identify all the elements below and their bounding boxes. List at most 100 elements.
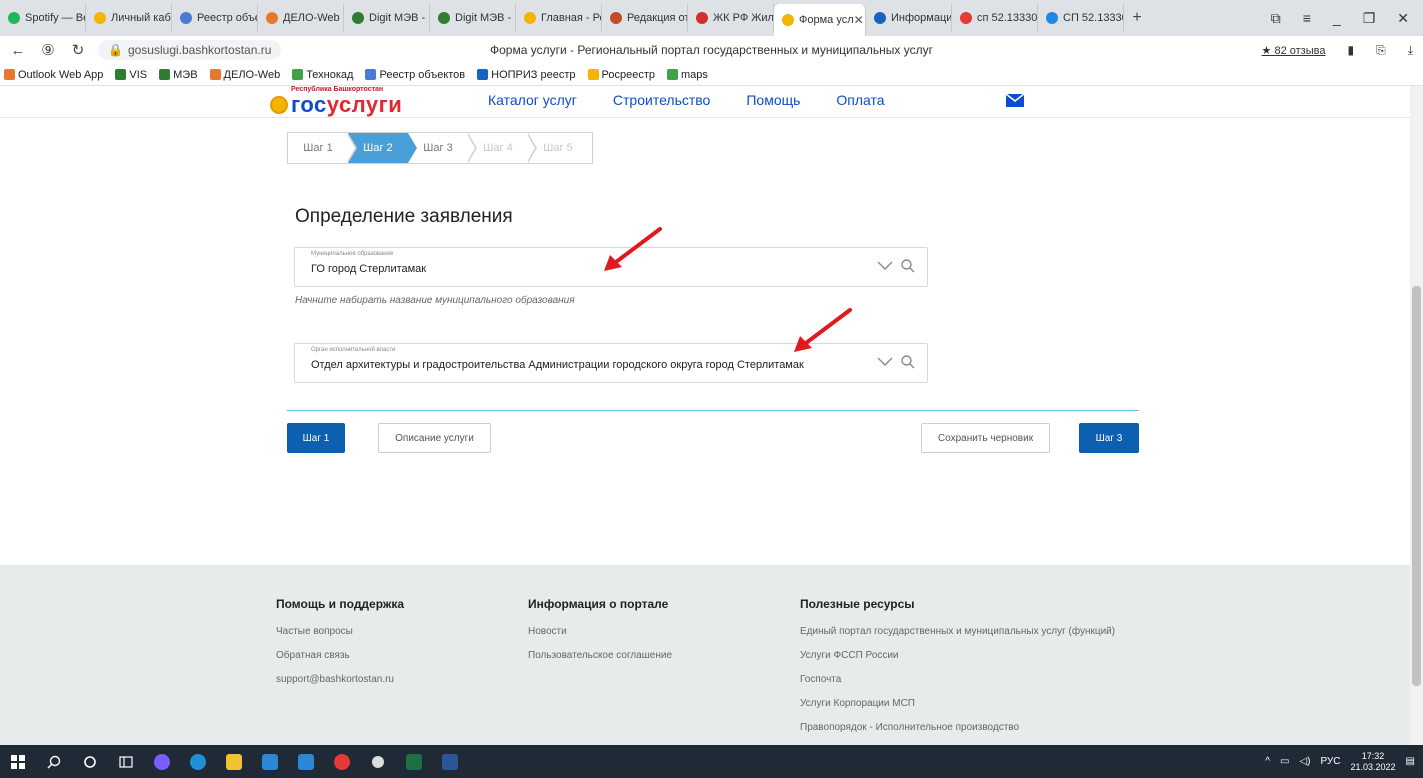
browser-tab[interactable]: Главная - Ре bbox=[516, 4, 602, 32]
url-field[interactable]: 🔒 gosuslugi.bashkortostan.ru bbox=[98, 40, 282, 60]
app-icon[interactable] bbox=[144, 745, 180, 778]
step-2[interactable]: Шаг 2 bbox=[348, 133, 417, 163]
footer-info-title: Информация о портале bbox=[528, 597, 669, 611]
browser-tab[interactable]: Spotify — Be bbox=[0, 4, 86, 32]
bookmark-item[interactable]: Росреестр bbox=[587, 68, 655, 81]
bookmark-item[interactable]: VIS bbox=[115, 69, 147, 81]
search-icon[interactable] bbox=[901, 355, 915, 369]
footer-link[interactable]: Частые вопросы bbox=[276, 625, 404, 649]
bookmark-item[interactable]: Технокад bbox=[292, 69, 353, 81]
browser-tab[interactable]: ЖК РФ Жили bbox=[688, 4, 774, 32]
new-tab-button[interactable]: + bbox=[1124, 9, 1150, 27]
page-scrollbar[interactable] bbox=[1410, 86, 1423, 746]
service-description-button[interactable]: Описание услуги bbox=[378, 423, 491, 453]
chevron-down-icon[interactable] bbox=[877, 261, 893, 271]
browser-tab[interactable]: Digit МЭВ - г bbox=[344, 4, 430, 32]
footer-link[interactable]: Услуги Корпорации МСП bbox=[800, 697, 1115, 721]
bookmark-label: Росреестр bbox=[601, 68, 655, 81]
footer-info: Информация о портале Новости Пользовател… bbox=[528, 597, 672, 673]
mail-icon[interactable] bbox=[1006, 94, 1024, 107]
save-draft-button[interactable]: Сохранить черновик bbox=[921, 423, 1050, 453]
browser-tab[interactable]: Информаци bbox=[866, 4, 952, 32]
scroll-thumb[interactable] bbox=[1412, 286, 1421, 686]
download-icon[interactable]: ⤓ bbox=[1408, 43, 1413, 58]
browser-tab[interactable]: СП 52.13330. bbox=[1038, 4, 1124, 32]
close-tab-icon[interactable]: ✕ bbox=[854, 13, 864, 27]
step-1[interactable]: Шаг 1 bbox=[288, 133, 357, 163]
close-icon[interactable]: ✕ bbox=[1397, 10, 1409, 27]
task-view-icon[interactable] bbox=[108, 745, 144, 778]
browser-tab[interactable]: Личный каб bbox=[86, 4, 172, 32]
prev-step-button[interactable]: Шаг 1 bbox=[287, 423, 345, 453]
tab-label: Реестр объе bbox=[197, 12, 258, 24]
chevron-down-icon[interactable] bbox=[877, 357, 893, 367]
word-icon[interactable] bbox=[432, 745, 468, 778]
footer-link[interactable]: Новости bbox=[528, 625, 672, 649]
yandex-icon[interactable]: ⑨ bbox=[36, 41, 60, 59]
notifications-icon[interactable]: ▤ bbox=[1406, 756, 1415, 767]
menu-catalog[interactable]: Каталог услуг bbox=[488, 92, 577, 108]
settings-icon[interactable] bbox=[360, 745, 396, 778]
bookmark-item[interactable]: ДЕЛО-Web bbox=[209, 69, 280, 81]
form-title: Определение заявления bbox=[295, 206, 513, 227]
tab-label: Digit МЭВ - г bbox=[369, 12, 430, 24]
bookmark-label: Технокад bbox=[306, 68, 354, 81]
browser-tab[interactable]: Реестр объе bbox=[172, 4, 258, 32]
footer-link[interactable]: Пользовательское соглашение bbox=[528, 649, 672, 673]
explorer-icon[interactable] bbox=[216, 745, 252, 778]
footer-resources-title: Полезные ресурсы bbox=[800, 597, 915, 611]
start-icon[interactable] bbox=[0, 745, 36, 778]
edge-icon[interactable] bbox=[180, 745, 216, 778]
browser-tab[interactable]: Форма усл ✕ bbox=[774, 4, 866, 36]
tab-collections-icon[interactable]: ⧉ bbox=[1271, 10, 1281, 27]
bookmark-favicon-icon bbox=[292, 69, 304, 80]
minimize-icon[interactable]: _ bbox=[1333, 10, 1341, 27]
menu-payment[interactable]: Оплата bbox=[836, 92, 884, 108]
favicon-icon bbox=[696, 12, 708, 24]
restore-icon[interactable]: ❐ bbox=[1363, 10, 1376, 27]
yandex-browser-icon[interactable] bbox=[324, 745, 360, 778]
next-step-button[interactable]: Шаг 3 bbox=[1079, 423, 1139, 453]
back-icon[interactable]: ← bbox=[6, 42, 30, 59]
step-3[interactable]: Шаг 3 bbox=[408, 133, 477, 163]
menu-icon[interactable]: ≡ bbox=[1303, 10, 1311, 27]
browser-tab[interactable]: Digit МЭВ - г bbox=[430, 4, 516, 32]
menu-construction[interactable]: Строительство bbox=[613, 92, 710, 108]
tray-chevron-icon[interactable]: ^ bbox=[1265, 756, 1270, 767]
bookmark-item[interactable]: Реестр объектов bbox=[365, 69, 465, 81]
redacted-area bbox=[1030, 86, 1178, 116]
bookmark-icon[interactable]: ▮ bbox=[1347, 43, 1354, 57]
network-icon[interactable]: ▭ bbox=[1280, 756, 1289, 767]
footer-link[interactable]: Единый портал государственных и муниципа… bbox=[800, 625, 1115, 649]
bookmark-item[interactable]: maps bbox=[666, 69, 708, 81]
store-icon[interactable] bbox=[252, 745, 288, 778]
mail-app-icon[interactable] bbox=[288, 745, 324, 778]
gosuslugi-logo[interactable]: Республика Башкортостан госуслуги bbox=[270, 86, 402, 116]
reader-icon[interactable]: ⎘ bbox=[1376, 43, 1386, 58]
bookmark-item[interactable]: Outlook Web App bbox=[4, 69, 103, 81]
search-icon[interactable] bbox=[901, 259, 915, 273]
reload-icon[interactable]: ↻ bbox=[66, 41, 90, 59]
clock[interactable]: 17:32 21.03.2022 bbox=[1351, 751, 1396, 773]
language-indicator[interactable]: РУС bbox=[1320, 756, 1340, 767]
volume-icon[interactable]: ◁) bbox=[1299, 756, 1310, 767]
clock-time: 17:32 bbox=[1361, 750, 1385, 761]
footer-link[interactable]: support@bashkortostan.ru bbox=[276, 673, 404, 697]
browser-tab[interactable]: сп 52.13330.2 bbox=[952, 4, 1038, 32]
tab-label: ДЕЛО-Web bbox=[283, 12, 340, 24]
bookmark-item[interactable]: НОПРИЗ реестр bbox=[477, 69, 576, 81]
menu-help[interactable]: Помощь bbox=[746, 92, 800, 108]
site-header: Республика Башкортостан госуслуги Катало… bbox=[0, 86, 1410, 118]
excel-icon[interactable] bbox=[396, 745, 432, 778]
footer-link[interactable]: Госпочта bbox=[800, 673, 1115, 697]
search-icon[interactable] bbox=[36, 745, 72, 778]
footer-link[interactable]: Правопорядок - Исполнительное производст… bbox=[800, 721, 1115, 745]
browser-tab[interactable]: ДЕЛО-Web bbox=[258, 4, 344, 32]
footer-link[interactable]: Обратная связь bbox=[276, 649, 404, 673]
bookmark-item[interactable]: МЭВ bbox=[159, 69, 198, 81]
browser-tab[interactable]: Редакция от bbox=[602, 4, 688, 32]
reviews-link[interactable]: ★ 82 отзыва bbox=[1262, 44, 1326, 57]
favicon-icon bbox=[180, 12, 192, 24]
footer-link[interactable]: Услуги ФССП России bbox=[800, 649, 1115, 673]
cortana-icon[interactable] bbox=[72, 745, 108, 778]
